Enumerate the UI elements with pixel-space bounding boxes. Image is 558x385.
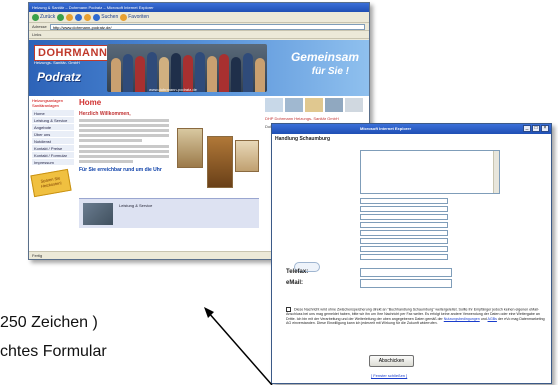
pointer-arrow bbox=[204, 307, 273, 385]
